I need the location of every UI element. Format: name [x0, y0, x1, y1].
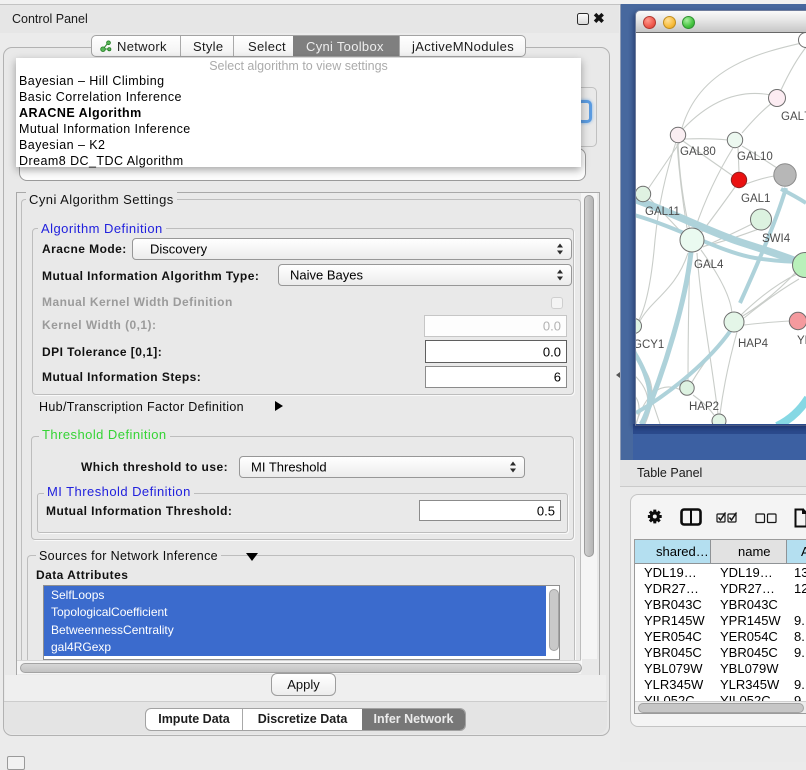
svg-text:YM: YM	[797, 335, 806, 347]
svg-text:HAP2: HAP2	[689, 401, 719, 413]
svg-text:GAL80: GAL80	[680, 146, 716, 158]
svg-text:HAP4: HAP4	[738, 338, 769, 350]
svg-text:GAL7: GAL7	[781, 111, 806, 123]
svg-text:GAL11: GAL11	[645, 206, 680, 218]
svg-text:GAL4: GAL4	[694, 259, 724, 271]
svg-text:GAL1: GAL1	[741, 193, 770, 205]
svg-text:SWI4: SWI4	[762, 233, 791, 245]
svg-text:GCY1: GCY1	[636, 339, 664, 351]
svg-text:GAL10: GAL10	[737, 151, 773, 163]
